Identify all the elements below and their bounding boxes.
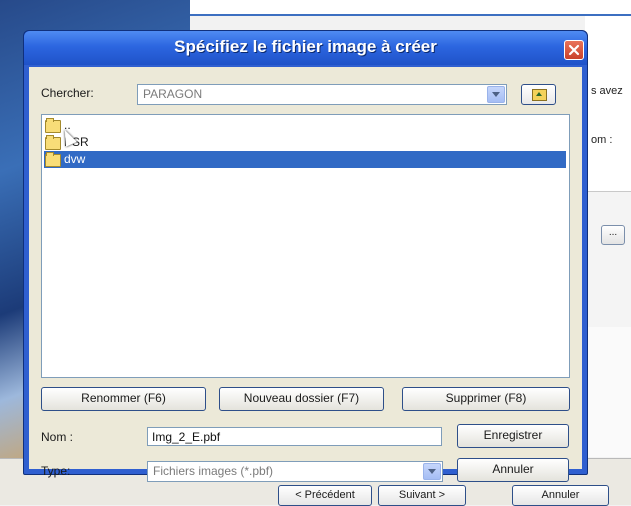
file-type-dropdown[interactable]: Fichiers images (*.pbf): [147, 461, 443, 482]
file-list[interactable]: .. PSR dvw: [41, 114, 570, 378]
file-type-value: Fichiers images (*.pbf): [153, 464, 274, 478]
previous-button[interactable]: < Précédent: [278, 485, 372, 506]
browse-button[interactable]: ...: [601, 225, 625, 245]
dialog-titlebar[interactable]: Spécifiez le fichier image à créer: [24, 31, 587, 65]
chevron-down-icon[interactable]: [487, 86, 505, 103]
folder-icon: [45, 152, 61, 167]
up-folder-icon: [532, 89, 547, 101]
wizard-text-fragment: s avez: [591, 85, 623, 97]
delete-button[interactable]: Supprimer (F8): [402, 387, 570, 411]
wizard-text-fragment: om :: [591, 134, 613, 146]
up-folder-button[interactable]: [521, 84, 556, 105]
type-label: Type:: [41, 464, 71, 478]
next-button[interactable]: Suivant >: [378, 485, 466, 506]
folder-icon: [45, 135, 61, 150]
chevron-down-icon[interactable]: [423, 463, 441, 480]
list-item-selected[interactable]: dvw: [44, 151, 566, 168]
list-item[interactable]: ..: [44, 117, 566, 134]
new-folder-button[interactable]: Nouveau dossier (F7): [219, 387, 384, 411]
dialog-title: Spécifiez le fichier image à créer: [174, 37, 437, 56]
wizard-lower-panel: [585, 327, 631, 457]
file-name-input[interactable]: Img_2_E.pbf: [147, 427, 442, 446]
look-in-dropdown[interactable]: PARAGON: [137, 84, 507, 105]
rename-button[interactable]: Renommer (F6): [41, 387, 206, 411]
look-in-label: Chercher:: [41, 86, 94, 100]
look-in-value: PARAGON: [143, 87, 203, 101]
name-label: Nom :: [41, 430, 74, 444]
wizard-header: [190, 0, 631, 16]
wizard-cancel-button[interactable]: Annuler: [512, 485, 609, 506]
save-button[interactable]: Enregistrer: [457, 424, 569, 448]
folder-icon: [45, 118, 61, 133]
dialog-body: Chercher: PARAGON .. PSR dvw Renommer (F…: [29, 67, 582, 482]
close-icon: [568, 44, 580, 56]
cancel-button[interactable]: Annuler: [457, 458, 569, 482]
wizard-path-panel: [585, 191, 631, 328]
file-name: dvw: [64, 152, 86, 166]
list-item[interactable]: PSR: [44, 134, 566, 151]
wizard-content-panel: s avez om :: [585, 16, 631, 191]
save-file-dialog: Spécifiez le fichier image à créer Cherc…: [23, 30, 588, 482]
close-button[interactable]: [564, 40, 584, 60]
